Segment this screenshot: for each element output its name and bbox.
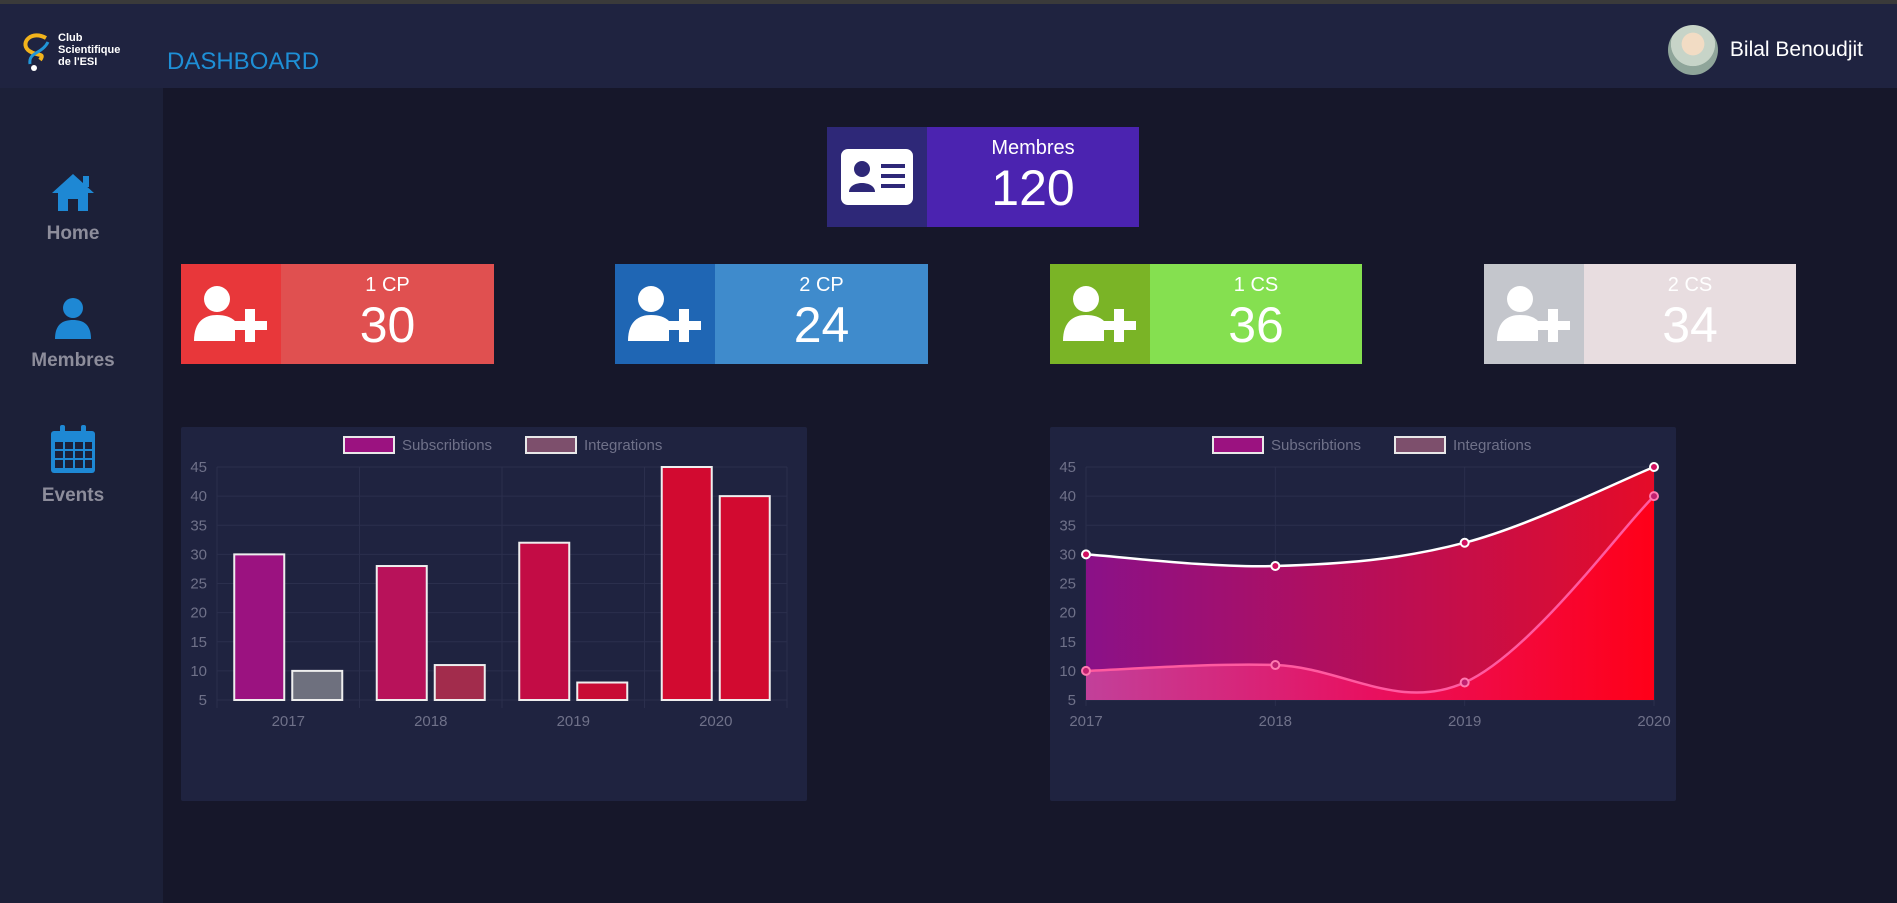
- summary-value: 120: [991, 160, 1075, 216]
- card-label: 1 CS: [1233, 274, 1279, 296]
- legend-label: Subscribtions: [402, 437, 492, 454]
- point-integrations-2017: [1081, 665, 1091, 676]
- y-tick-label: 10: [190, 663, 207, 680]
- sidebar-item-membres[interactable]: Membres: [0, 296, 146, 372]
- bar-subscribtions-2017: [233, 553, 286, 701]
- page-title: DASHBOARD: [167, 48, 320, 75]
- point-subscribtions-2019: [1459, 537, 1470, 548]
- y-tick-label: 35: [1059, 517, 1076, 534]
- sidebar-item-label: Home: [46, 223, 100, 244]
- bar-subscribtions-2019: [518, 541, 571, 701]
- add-user-icon: [1063, 286, 1136, 342]
- user-icon: [55, 298, 91, 339]
- calendar-icon: [51, 425, 95, 473]
- x-tick-label: 2020: [1637, 713, 1670, 730]
- y-tick-label: 40: [190, 488, 207, 505]
- card-value: 36: [1228, 297, 1284, 353]
- area-chart: Subscribtions Integrations 45 40 35 30 25 20 15 1…: [1059, 436, 1671, 730]
- legend-swatch: [525, 436, 577, 454]
- point-integrations-2020: [1649, 491, 1659, 502]
- x-tick-label: 2020: [699, 713, 732, 730]
- card-2cs: 2 CS 34: [1484, 264, 1796, 364]
- card-value: 34: [1662, 297, 1718, 353]
- legend-label: Integrations: [1453, 437, 1531, 454]
- avatar[interactable]: [1667, 25, 1718, 75]
- legend-swatch: [1212, 436, 1264, 454]
- y-tick-label: 15: [1059, 634, 1076, 651]
- sidebar-item-home[interactable]: Home: [0, 171, 146, 245]
- legend-label: Integrations: [584, 437, 662, 454]
- card-icon-box: [1484, 264, 1584, 364]
- bar-integrations-2020: [718, 495, 771, 701]
- y-tick-label: 25: [190, 576, 207, 593]
- y-tick-label: 30: [190, 546, 207, 563]
- sidebar-item-label: Membres: [31, 350, 115, 371]
- card-value: 30: [359, 297, 416, 353]
- card-1cs: 1 CS 36: [1050, 264, 1362, 364]
- sidebar: Home Membres Events: [0, 88, 163, 903]
- y-tick-label: 45: [190, 459, 207, 476]
- user-menu[interactable]: Bilal Benoudjit: [1667, 24, 1863, 76]
- card-icon-box: [615, 264, 715, 364]
- x-tick-label: 2017: [272, 713, 305, 730]
- y-tick-label: 20: [190, 605, 207, 622]
- card-2cp: 2 CP 24: [615, 264, 928, 364]
- y-tick-label: 30: [1059, 546, 1076, 563]
- card-label: 2 CP: [799, 274, 844, 296]
- y-tick-label: 40: [1059, 488, 1076, 505]
- top-bar: Club Scientifique de l'ESI DASHBOARD Bil…: [0, 0, 1897, 88]
- add-user-icon: [1497, 286, 1570, 342]
- bar-subscribtions-2020: [660, 466, 713, 701]
- legend-swatch: [1394, 436, 1446, 454]
- y-tick-label: 5: [199, 692, 207, 709]
- x-tick-label: 2019: [1448, 713, 1481, 730]
- card-label: 1 CP: [365, 274, 410, 296]
- card-1cp: 1 CP 30: [181, 264, 494, 364]
- bar-integrations-2018: [433, 664, 486, 702]
- area-chart-panel: Subscribtions Integrations 45 40 35 30 25 20 15 1…: [1050, 427, 1676, 801]
- bar-chart: Subscribtions Integrations 45 40 35 30 25 20 15 1…: [190, 436, 788, 730]
- card-value: 24: [793, 297, 850, 353]
- y-tick-label: 45: [1059, 459, 1076, 476]
- logo-icon: [23, 33, 50, 71]
- x-tick-label: 2017: [1069, 713, 1102, 730]
- y-tick-label: 35: [190, 517, 207, 534]
- legend-swatch: [343, 436, 395, 454]
- summary-icon-box: [827, 127, 927, 227]
- y-tick-label: 20: [1059, 605, 1076, 622]
- sidebar-item-label: Events: [41, 485, 105, 506]
- point-integrations-2019: [1459, 677, 1470, 688]
- bar-integrations-2019: [576, 681, 629, 701]
- y-tick-label: 15: [190, 634, 207, 651]
- point-integrations-2018: [1270, 660, 1281, 671]
- club-logo[interactable]: Club Scientifique de l'ESI: [20, 30, 132, 76]
- user-name: Bilal Benoudjit: [1729, 38, 1863, 61]
- add-user-icon: [628, 286, 701, 342]
- add-user-icon: [194, 286, 267, 342]
- membres-summary-card: Membres 120: [827, 127, 1139, 227]
- card-icon-box: [1050, 264, 1150, 364]
- card-label: 2 CS: [1667, 274, 1713, 296]
- logo-text: Club Scientifique de l'ESI: [58, 32, 121, 68]
- y-tick-label: 25: [1059, 576, 1076, 593]
- point-subscribtions-2018: [1270, 561, 1281, 572]
- home-icon: [52, 174, 94, 211]
- point-subscribtions-2017: [1081, 549, 1091, 560]
- id-card-icon: [841, 149, 913, 205]
- card-icon-box: [181, 264, 281, 364]
- x-tick-label: 2018: [1259, 713, 1292, 730]
- x-tick-label: 2018: [414, 713, 447, 730]
- bar-integrations-2017: [291, 669, 344, 701]
- bar-subscribtions-2018: [375, 565, 428, 701]
- y-tick-label: 10: [1059, 663, 1076, 680]
- y-tick-label: 5: [1068, 692, 1076, 709]
- sidebar-item-events[interactable]: Events: [0, 423, 146, 507]
- x-tick-label: 2019: [557, 713, 590, 730]
- summary-label: Membres: [991, 137, 1075, 159]
- bar-chart-panel: Subscribtions Integrations 45 40 35 30 25 20 15 1…: [181, 427, 807, 801]
- legend-label: Subscribtions: [1271, 437, 1361, 454]
- point-subscribtions-2020: [1649, 462, 1659, 472]
